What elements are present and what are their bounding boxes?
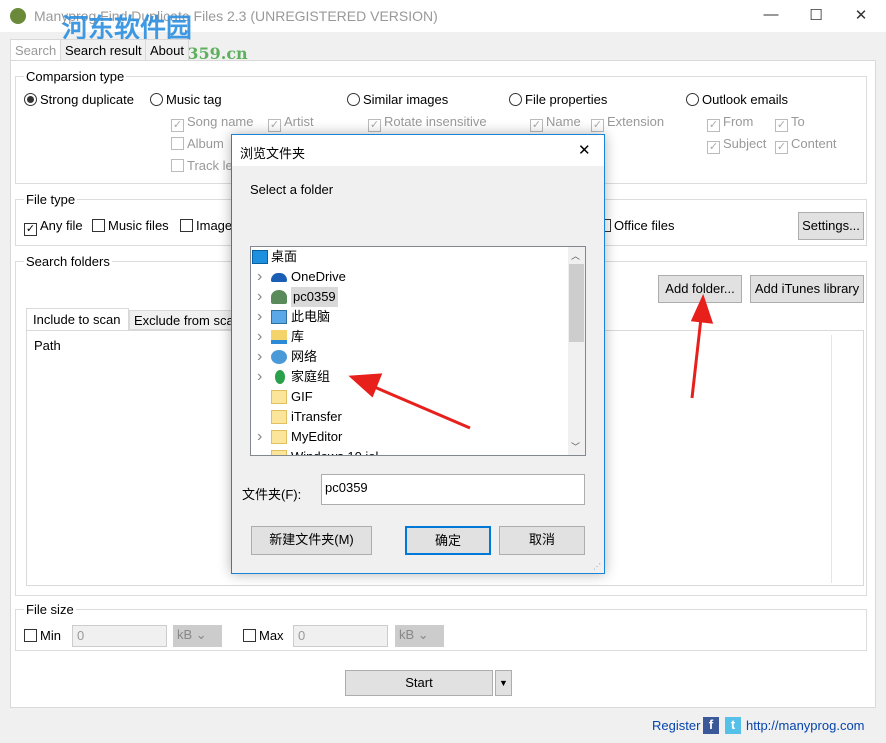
- arrow-to-homegroup: [371, 384, 471, 430]
- arrow-to-add-folder: [690, 317, 703, 399]
- annotation-arrows: [348, 293, 714, 430]
- arrow-head: [348, 373, 383, 398]
- arrow-head: [690, 293, 714, 324]
